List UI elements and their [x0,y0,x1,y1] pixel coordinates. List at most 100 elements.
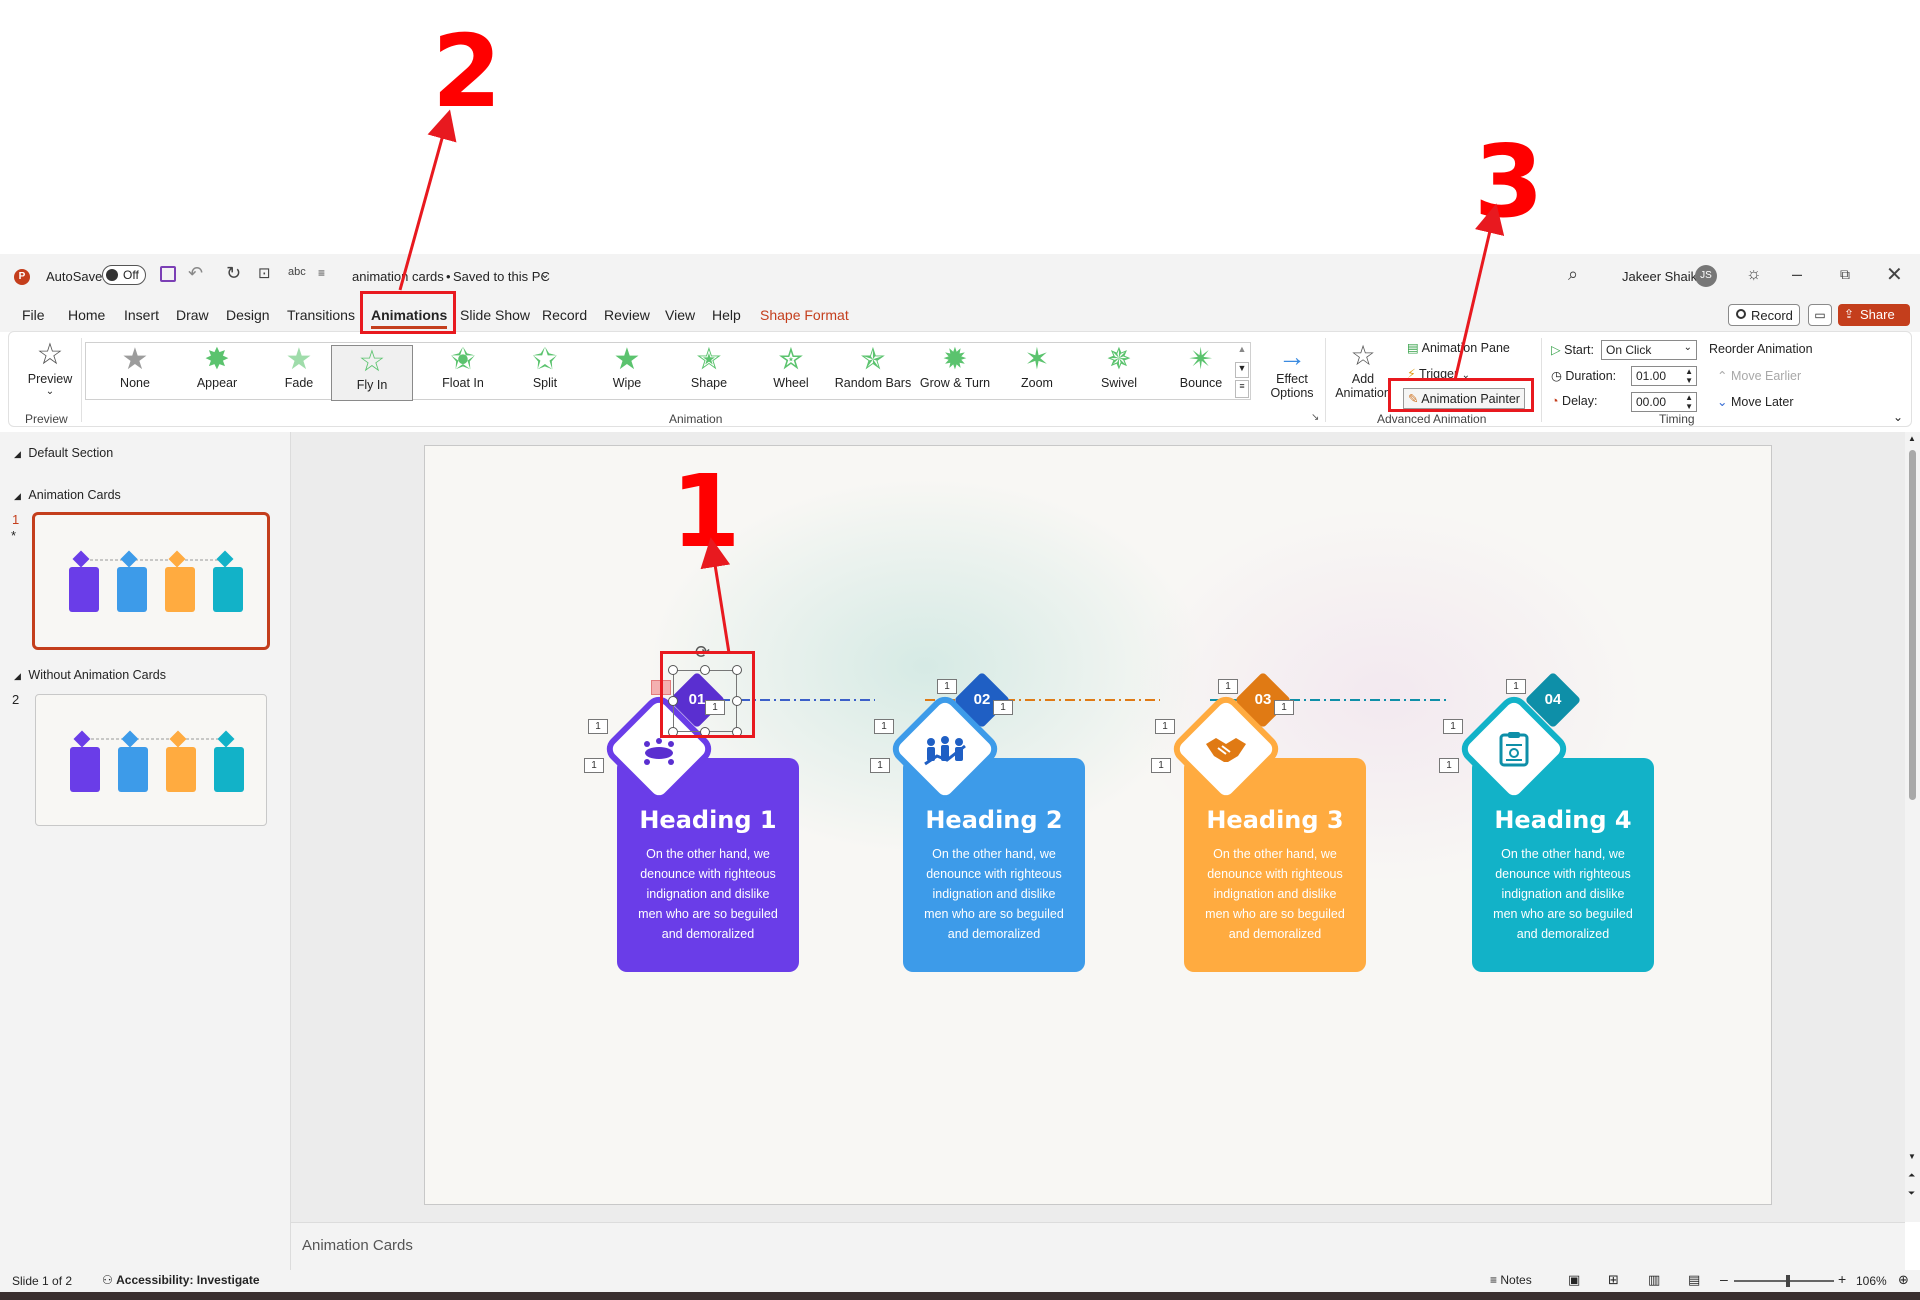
avatar[interactable]: JS [1695,265,1717,287]
lightbulb-icon[interactable]: ☼ [1746,264,1762,284]
move-earlier-button[interactable]: ⌃ Move Earlier [1717,368,1801,383]
document-status[interactable]: Saved to this PC [453,269,550,284]
tab-record[interactable]: Record [542,307,587,323]
animation-tag[interactable]: 1 [1151,758,1171,773]
record-button[interactable]: Record [1728,304,1800,326]
animation-appear[interactable]: ✸ Appear [179,344,255,398]
card-4-icon-holder[interactable] [1464,699,1564,799]
card-3-icon-holder[interactable] [1176,699,1276,799]
animation-fade[interactable]: ★ Fade [261,344,337,398]
spelling-icon[interactable]: abc [288,266,306,278]
card-1-body[interactable]: On the other hand, we denounce with righ… [633,844,783,944]
animation-tag[interactable]: 1 [1443,719,1463,734]
slide-sorter-icon[interactable]: ⊞ [1608,1272,1619,1288]
notes-pane[interactable]: Animation Cards [291,1222,1905,1271]
card-4[interactable]: Heading 4 On the other hand, we denounce… [1472,758,1654,972]
save-icon[interactable] [160,266,176,282]
gallery-scroll-up-icon[interactable]: ▲ [1235,344,1249,360]
autosave-toggle[interactable]: Off [102,265,146,285]
animation-tag[interactable]: 1 [993,700,1013,715]
zoom-out-icon[interactable]: – [1720,1271,1728,1287]
animation-tag[interactable]: 1 [1155,719,1175,734]
animation-tag[interactable]: 1 [874,719,894,734]
animation-split[interactable]: ✩ Split [507,344,583,398]
gallery-more-icon[interactable]: ≡ [1235,380,1249,398]
animation-shape[interactable]: ✭ Shape [671,344,747,398]
card-4-body[interactable]: On the other hand, we denounce with righ… [1488,844,1638,944]
animation-tag[interactable]: 1 [1218,679,1238,694]
customize-icon[interactable]: ≡ [318,266,325,280]
gallery-scroll-down-icon[interactable]: ▼ [1235,362,1249,378]
fit-slide-icon[interactable]: ⊕ [1898,1272,1909,1288]
slide-canvas[interactable]: Heading 1 On the other hand, we denounce… [424,445,1772,1205]
scroll-thumb[interactable] [1909,450,1916,800]
animation-wipe[interactable]: ★ Wipe [589,344,665,398]
move-later-button[interactable]: ⌄ Move Later [1717,394,1794,409]
section-animation-cards[interactable]: ◢ Animation Cards [14,488,121,502]
section-default[interactable]: ◢ Default Section [14,446,113,460]
tab-home[interactable]: Home [68,307,105,323]
zoom-in-icon[interactable]: + [1838,1271,1846,1287]
effect-options-button[interactable]: → Effect Options [1261,342,1323,406]
card-1-heading[interactable]: Heading 1 [617,806,799,834]
animation-random-bars[interactable]: ✯ Random Bars [831,344,915,398]
share-button[interactable]: ⇪ Share [1838,304,1910,326]
close-icon[interactable]: ✕ [1886,262,1903,287]
card-4-heading[interactable]: Heading 4 [1472,806,1654,834]
card-3-heading[interactable]: Heading 3 [1184,806,1366,834]
redo-icon[interactable]: ↻ [226,263,241,284]
zoom-slider-thumb[interactable] [1786,1275,1790,1287]
tab-insert[interactable]: Insert [124,307,159,323]
present-icon[interactable]: ⊡ [258,264,271,282]
duration-input[interactable]: 01.00 ▲ ▼ [1631,366,1697,386]
card-2-icon-holder[interactable] [895,699,995,799]
card-3-body[interactable]: On the other hand, we denounce with righ… [1200,844,1350,944]
tab-design[interactable]: Design [226,307,270,323]
section-without-animation-cards[interactable]: ◢ Without Animation Cards [14,668,166,682]
card-3[interactable]: Heading 3 On the other hand, we denounce… [1184,758,1366,972]
animation-pane-button[interactable]: ▤ Animation Pane [1407,340,1510,355]
tab-draw[interactable]: Draw [176,307,209,323]
animation-swivel[interactable]: ✵ Swivel [1081,344,1157,398]
next-slide-icon[interactable]: ⏷ [1908,1188,1915,1199]
card-2-body[interactable]: On the other hand, we denounce with righ… [919,844,1069,944]
tab-help[interactable]: Help [712,307,741,323]
animation-none[interactable]: ★ None [97,344,173,398]
card-4-number-badge[interactable]: 04 [1524,671,1582,729]
animation-fly-in[interactable]: ☆ Fly In [331,345,413,401]
previous-slide-icon[interactable]: ⏶ [1908,1170,1915,1181]
card-2[interactable]: Heading 2 On the other hand, we denounce… [903,758,1085,972]
tab-transitions[interactable]: Transitions [287,307,355,323]
animation-zoom[interactable]: ✶ Zoom [999,344,1075,398]
document-title[interactable]: animation cards [352,269,444,284]
animation-grow-turn[interactable]: ✹ Grow & Turn [913,344,997,398]
tab-view[interactable]: View [665,307,695,323]
accessibility-button[interactable]: ⚇ Accessibility: Investigate [102,1273,260,1287]
restore-icon[interactable]: ⧉ [1840,266,1850,283]
animation-tag[interactable]: 1 [584,758,604,773]
animation-tag[interactable]: 1 [870,758,890,773]
slide-thumbnail-2[interactable] [35,694,267,826]
dialog-launcher-icon[interactable]: ↘ [1311,412,1319,423]
tab-slide-show[interactable]: Slide Show [460,307,530,323]
tab-review[interactable]: Review [604,307,650,323]
tab-file[interactable]: File [22,307,45,323]
card-1[interactable]: Heading 1 On the other hand, we denounce… [617,758,799,972]
search-icon[interactable]: ⌕ [1568,264,1578,285]
user-name[interactable]: Jakeer Shaik [1622,269,1697,284]
animation-tag[interactable]: 1 [588,719,608,734]
add-animation-button[interactable]: ☆ Add Animation [1331,340,1395,406]
animation-tag[interactable]: 1 [1274,700,1294,715]
chevron-down-icon[interactable]: ⌄ [540,267,550,281]
animation-tag[interactable]: 1 [1506,679,1526,694]
animation-tag[interactable]: 1 [937,679,957,694]
start-select[interactable]: On Click ⌄ [1601,340,1697,360]
slideshow-icon[interactable]: ▤ [1688,1272,1700,1288]
animation-tag[interactable]: 1 [1439,758,1459,773]
zoom-level[interactable]: 106% [1856,1274,1887,1288]
collapse-ribbon-icon[interactable]: ⌄ [1893,410,1903,424]
minimize-icon[interactable]: – [1792,264,1802,285]
notes-button[interactable]: ≡ Notes [1490,1273,1532,1287]
reading-view-icon[interactable]: ▥ [1648,1272,1660,1288]
undo-icon[interactable]: ↶ [188,263,203,284]
